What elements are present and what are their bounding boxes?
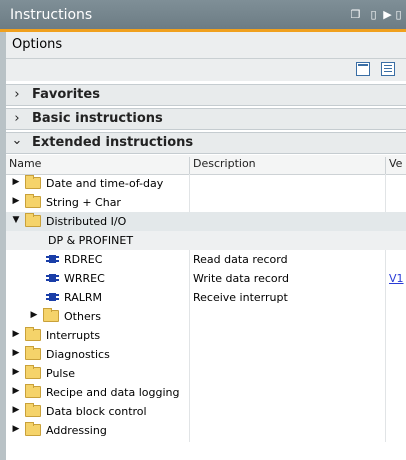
- view-details-icon[interactable]: [381, 62, 395, 76]
- expand-arrow-icon[interactable]: ▶: [12, 424, 20, 434]
- tree-item-description: Receive interrupt: [193, 291, 288, 304]
- tree-folder-interrupts[interactable]: ▶ Interrupts: [6, 326, 406, 345]
- instructions-titlebar: Instructions ❐ ▯ ▶ ▯: [0, 0, 406, 32]
- folder-icon: [43, 308, 59, 322]
- float-window-icon[interactable]: ❐: [350, 9, 361, 20]
- tree-item-description: Read data record: [193, 253, 288, 266]
- tree-item-label: Data block control: [46, 405, 147, 418]
- section-favorites[interactable]: › Favorites: [6, 84, 406, 106]
- column-version-header[interactable]: Ve: [389, 157, 402, 170]
- column-description-header[interactable]: Description: [193, 157, 256, 170]
- section-basic-instructions[interactable]: › Basic instructions: [6, 108, 406, 130]
- chevron-right-icon: ›: [14, 111, 20, 126]
- expand-arrow-icon[interactable]: ▶: [12, 329, 20, 339]
- tree-item-label: String + Char: [46, 196, 121, 209]
- folder-icon: [25, 194, 41, 208]
- expand-arrow-icon[interactable]: ▶: [12, 386, 20, 396]
- folder-icon: [25, 384, 41, 398]
- tree-item-description: Write data record: [193, 272, 289, 285]
- tree-folder-string-char[interactable]: ▶ String + Char: [6, 193, 406, 212]
- instruction-block-icon: [46, 274, 59, 282]
- tree-folder-data-block-control[interactable]: ▶ Data block control: [6, 402, 406, 421]
- folder-icon: [25, 403, 41, 417]
- options-label: Options: [12, 37, 63, 52]
- pin-panel-icon[interactable]: ▯: [393, 9, 404, 20]
- tree-folder-diagnostics[interactable]: ▶ Diagnostics: [6, 345, 406, 364]
- expand-arrow-icon[interactable]: ▶: [12, 405, 20, 415]
- tree-instruction-rdrec[interactable]: RDREC Read data record: [6, 250, 406, 269]
- options-toolbar: [6, 59, 406, 81]
- group-label: DP & PROFINET: [48, 234, 134, 247]
- instruction-block-icon: [46, 293, 59, 301]
- options-bar: Options: [6, 32, 406, 59]
- expand-arrow-icon[interactable]: ▶: [12, 177, 20, 187]
- tree-item-label: Distributed I/O: [46, 215, 127, 228]
- section-label: Favorites: [32, 87, 100, 102]
- tree-group-dp-profinet: DP & PROFINET: [6, 231, 406, 250]
- column-name-header[interactable]: Name: [9, 157, 41, 170]
- folder-icon: [25, 422, 41, 436]
- tree-folder-date-time[interactable]: ▶ Date and time-of-day: [6, 174, 406, 193]
- split-window-icon[interactable]: ▯: [368, 9, 379, 20]
- tree-item-label: Others: [64, 310, 101, 323]
- folder-icon: [25, 346, 41, 360]
- tree-item-label: Addressing: [46, 424, 107, 437]
- tree-item-label: RALRM: [64, 291, 102, 304]
- expand-arrow-icon[interactable]: ▶: [30, 310, 38, 320]
- expand-arrow-icon[interactable]: ▶: [12, 348, 20, 358]
- section-label: Basic instructions: [32, 111, 163, 126]
- tree-folder-others[interactable]: ▶ Others: [6, 307, 406, 326]
- instruction-block-icon: [46, 255, 59, 263]
- tree-item-label: WRREC: [64, 272, 105, 285]
- collapse-arrow-icon[interactable]: ▼: [12, 215, 20, 225]
- view-layout-icon[interactable]: [356, 62, 370, 76]
- collapse-panel-icon[interactable]: ▶: [382, 9, 393, 20]
- tree-folder-addressing[interactable]: ▶ Addressing: [6, 421, 406, 440]
- folder-icon: [25, 213, 41, 227]
- section-label: Extended instructions: [32, 135, 194, 150]
- tree-folder-distributed-io[interactable]: ▼ Distributed I/O: [6, 212, 406, 231]
- tree-folder-recipe-logging[interactable]: ▶ Recipe and data logging: [6, 383, 406, 402]
- version-link[interactable]: V1: [389, 272, 404, 285]
- tree-folder-pulse[interactable]: ▶ Pulse: [6, 364, 406, 383]
- window-title: Instructions: [10, 7, 93, 23]
- tree-instruction-wrrec[interactable]: WRREC Write data record V1: [6, 269, 406, 288]
- chevron-right-icon: ›: [14, 87, 20, 102]
- folder-icon: [25, 327, 41, 341]
- column-header-row: Name Description Ve: [6, 155, 406, 176]
- tree-item-label: Pulse: [46, 367, 75, 380]
- instruction-tree: ▶ Date and time-of-day ▶ String + Char ▼…: [6, 174, 406, 442]
- tree-item-label: Diagnostics: [46, 348, 110, 361]
- tree-item-label: Recipe and data logging: [46, 386, 180, 399]
- section-extended-instructions[interactable]: ⌄ Extended instructions: [6, 132, 406, 154]
- tree-instruction-ralrm[interactable]: RALRM Receive interrupt: [6, 288, 406, 307]
- expand-arrow-icon[interactable]: ▶: [12, 196, 20, 206]
- chevron-down-icon: ⌄: [11, 133, 23, 148]
- expand-arrow-icon[interactable]: ▶: [12, 367, 20, 377]
- tree-item-label: Date and time-of-day: [46, 177, 164, 190]
- folder-icon: [25, 365, 41, 379]
- folder-icon: [25, 175, 41, 189]
- tree-item-label: RDREC: [64, 253, 103, 266]
- tree-item-label: Interrupts: [46, 329, 101, 342]
